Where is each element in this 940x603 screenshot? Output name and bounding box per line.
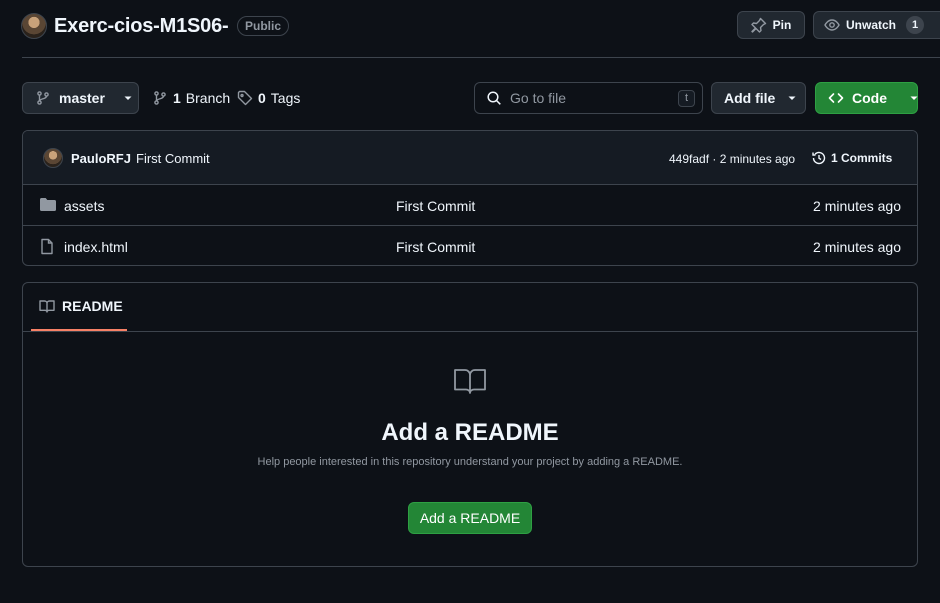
- history-icon: [811, 150, 827, 166]
- go-to-file-placeholder: Go to file: [510, 90, 567, 106]
- branches-label: Branch: [185, 90, 231, 106]
- file-row[interactable]: assets First Commit 2 minutes ago: [23, 185, 917, 226]
- shortcut-key: t: [678, 90, 695, 107]
- file-table: PauloRFJ First Commit 449fadf · 2 minute…: [22, 130, 918, 266]
- tags-label: Tags: [270, 90, 301, 106]
- commit-hash-time[interactable]: 449fadf · 2 minutes ago: [669, 152, 795, 166]
- search-icon: [486, 90, 502, 106]
- file-name[interactable]: assets: [64, 198, 104, 214]
- add-file-label: Add file: [724, 90, 776, 106]
- git-branch-icon: [152, 90, 168, 106]
- folder-icon: [39, 197, 57, 213]
- pin-icon: [750, 17, 767, 33]
- empty-readme-description: Help people interested in this repositor…: [257, 456, 683, 468]
- tag-icon: [237, 90, 253, 106]
- file-row[interactable]: index.html First Commit 2 minutes ago: [23, 226, 917, 265]
- file-commit-message[interactable]: First Commit: [396, 198, 475, 214]
- eye-icon: [824, 17, 840, 33]
- branch-selector[interactable]: master: [22, 82, 139, 114]
- branches-count: 1: [173, 90, 181, 106]
- tab-readme[interactable]: README: [31, 283, 127, 331]
- commit-author-avatar[interactable]: [43, 148, 63, 168]
- go-to-file-input[interactable]: Go to file t: [474, 82, 703, 114]
- visibility-badge: Public: [237, 16, 290, 36]
- code-label: Code: [852, 90, 887, 106]
- readme-panel: README Add a README Help people interest…: [22, 282, 918, 567]
- book-icon: [453, 367, 487, 395]
- commits-history-link[interactable]: 1 Commits: [811, 150, 892, 166]
- header-divider: [22, 57, 940, 58]
- chevron-down-icon: [909, 93, 919, 103]
- pin-button[interactable]: Pin: [737, 11, 805, 39]
- repo-header: Exerc-cios-M1S06- Public Pin Unwatch 1: [0, 0, 940, 57]
- chevron-down-icon: [787, 93, 797, 103]
- commit-author[interactable]: PauloRFJ: [71, 151, 131, 166]
- file-commit-message[interactable]: First Commit: [396, 239, 475, 255]
- add-file-button[interactable]: Add file: [711, 82, 806, 114]
- tags-link[interactable]: 0 Tags: [237, 90, 300, 106]
- tags-count: 0: [258, 90, 266, 106]
- chevron-down-icon: [123, 93, 133, 103]
- git-branch-icon: [35, 90, 51, 106]
- branches-link[interactable]: 1 Branch: [152, 90, 230, 106]
- code-button[interactable]: Code: [815, 82, 918, 114]
- file-icon: [39, 238, 55, 255]
- commits-count-label: 1 Commits: [831, 151, 893, 165]
- readme-tab-label: README: [62, 298, 123, 314]
- commit-message[interactable]: First Commit: [136, 151, 210, 166]
- code-icon: [828, 90, 844, 106]
- readme-divider: [23, 331, 917, 332]
- repo-name[interactable]: Exerc-cios-M1S06-: [54, 15, 229, 38]
- book-icon: [39, 298, 55, 314]
- unwatch-button[interactable]: Unwatch 1: [813, 11, 940, 39]
- file-commit-time: 2 minutes ago: [813, 198, 901, 214]
- latest-commit-bar: PauloRFJ First Commit 449fadf · 2 minute…: [23, 131, 917, 185]
- owner-avatar[interactable]: [21, 13, 47, 39]
- watch-counter: 1: [906, 16, 925, 34]
- branch-name: master: [59, 90, 105, 106]
- file-name[interactable]: index.html: [64, 239, 128, 255]
- pin-label: Pin: [772, 18, 792, 32]
- empty-readme-title: Add a README: [381, 419, 559, 446]
- file-commit-time: 2 minutes ago: [813, 239, 901, 255]
- add-readme-button[interactable]: Add a README: [408, 502, 532, 534]
- unwatch-label: Unwatch: [846, 18, 897, 32]
